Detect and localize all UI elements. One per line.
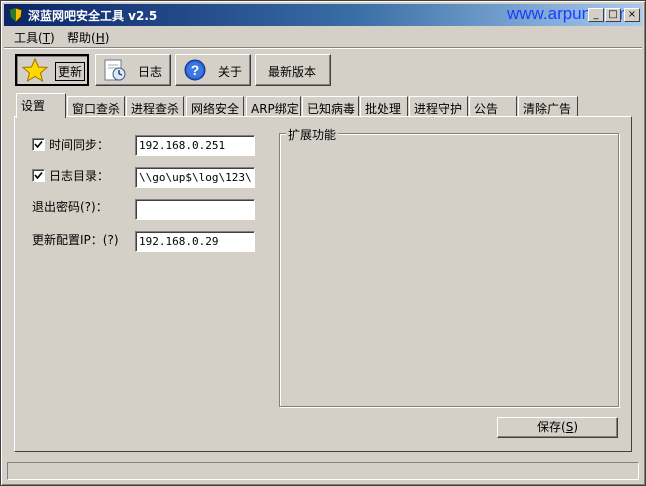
tab-settings[interactable]: 设置 xyxy=(16,93,66,118)
question-icon: ? xyxy=(184,59,206,81)
tab-clear-ads[interactable]: 清除广告 xyxy=(518,96,578,117)
star-icon xyxy=(22,58,48,82)
update-ip-label: 更新配置IP：(?) xyxy=(32,233,119,247)
log-dir-label: 日志目录： xyxy=(49,169,110,183)
status-bar xyxy=(7,462,639,480)
latest-version-button[interactable]: 最新版本 xyxy=(255,54,331,86)
latest-version-label: 最新版本 xyxy=(268,65,317,79)
app-window: 深蓝网吧安全工具 v2.5 www.arpun.com _ □ × 工具(T) … xyxy=(0,0,646,486)
exit-password-label: 退出密码(?)： xyxy=(32,200,108,214)
tab-window-kill[interactable]: 窗口查杀 xyxy=(67,96,125,117)
clock-document-icon xyxy=(104,59,126,81)
tab-network-security[interactable]: 网络安全 xyxy=(186,96,244,117)
tab-process-guard[interactable]: 进程守护 xyxy=(409,96,468,117)
checkmark-icon xyxy=(34,140,43,149)
time-sync-input[interactable]: 192.168.0.251 xyxy=(135,135,255,156)
checkmark-icon xyxy=(34,171,43,180)
tab-process-kill[interactable]: 进程查杀 xyxy=(126,96,184,117)
close-icon: × xyxy=(627,9,637,20)
about-button[interactable]: ? 关于 xyxy=(175,54,251,86)
window-title: 深蓝网吧安全工具 v2.5 xyxy=(28,9,158,23)
menu-divider xyxy=(4,47,642,49)
time-sync-label: 时间同步： xyxy=(49,138,110,152)
title-bar[interactable]: 深蓝网吧安全工具 v2.5 www.arpun.com _ □ × xyxy=(4,4,642,26)
log-button[interactable]: 日志 xyxy=(95,54,171,86)
extension-groupbox xyxy=(279,133,619,407)
maximize-button[interactable]: □ xyxy=(605,8,621,22)
minimize-icon: _ xyxy=(593,9,599,20)
menu-tools[interactable]: 工具(T) xyxy=(14,29,55,46)
minimize-button[interactable]: _ xyxy=(588,8,604,22)
log-label: 日志 xyxy=(138,65,163,79)
close-button[interactable]: × xyxy=(624,8,640,22)
svg-text:?: ? xyxy=(191,62,200,78)
log-dir-checkbox[interactable] xyxy=(32,169,45,182)
shield-icon xyxy=(9,7,23,23)
tab-known-virus[interactable]: 已知病毒 xyxy=(302,96,359,117)
tab-notice[interactable]: 公告 xyxy=(469,96,517,117)
log-dir-input[interactable]: \\go\up$\log\123\ xyxy=(135,167,255,188)
maximize-icon: □ xyxy=(608,9,618,20)
tab-arp-binding[interactable]: ARP绑定 xyxy=(246,96,301,117)
about-label: 关于 xyxy=(218,65,243,79)
update-button[interactable]: 更新 xyxy=(15,54,89,86)
update-ip-input[interactable]: 192.168.0.29 xyxy=(135,231,255,252)
menu-bar: 工具(T) 帮助(H) xyxy=(4,27,642,47)
exit-password-input[interactable] xyxy=(135,199,255,220)
tab-batch[interactable]: 批处理 xyxy=(360,96,408,117)
update-label: 更新 xyxy=(55,62,86,81)
extension-title: 扩展功能 xyxy=(286,126,339,143)
menu-help[interactable]: 帮助(H) xyxy=(67,29,109,46)
time-sync-checkbox[interactable] xyxy=(32,138,45,151)
save-button[interactable]: 保存(S) xyxy=(497,417,618,438)
